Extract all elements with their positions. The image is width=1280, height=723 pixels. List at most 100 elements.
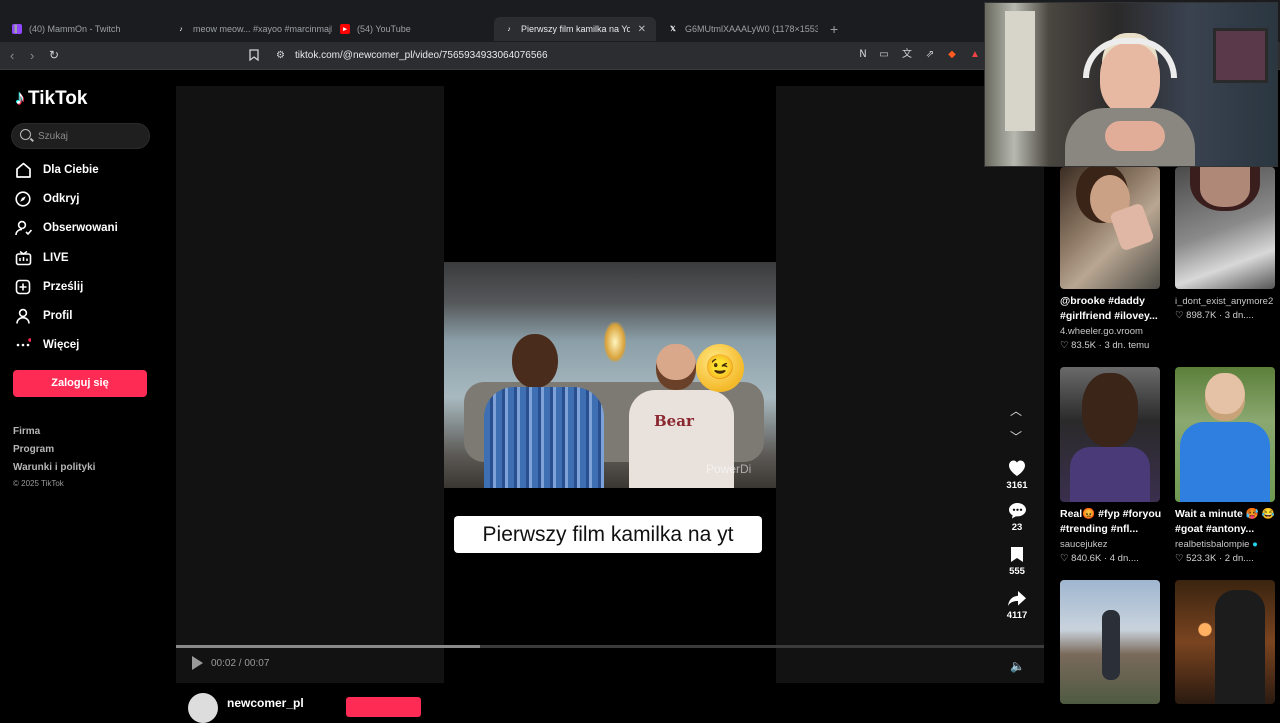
recommendation-author[interactable]: realbetisbalompie ● <box>1175 539 1258 550</box>
reload-icon[interactable]: ↻ <box>49 48 59 62</box>
video-player[interactable]: Bear 😉 PowerDi Pierwszy film kamilka na … <box>176 86 1044 683</box>
creator-avatar[interactable] <box>188 693 218 723</box>
tab-label: (40) MammOn - Twitch <box>29 24 121 34</box>
share-icon[interactable]: ⇗ <box>924 49 936 61</box>
forward-icon[interactable]: › <box>30 48 34 63</box>
bookmark-icon[interactable] <box>248 49 260 62</box>
creator-name[interactable]: newcomer_pl <box>227 696 304 710</box>
recommendation-author[interactable]: 4.wheeler.go.vroom <box>1060 326 1143 337</box>
nav-profile[interactable]: Profil <box>14 304 164 328</box>
tab-tiktok-meow[interactable]: ♪ meow meow... #xayoo #marcinmajk... <box>166 17 332 41</box>
volume-icon[interactable]: 🔈 <box>1010 659 1025 673</box>
recommendation-title[interactable]: Wait a minute 🥵 😂 #goat #antony... <box>1175 507 1277 537</box>
tab-label: (54) YouTube <box>357 24 411 34</box>
tab-twitch[interactable]: ▌ (40) MammOn - Twitch <box>2 17 168 41</box>
footer-links: Firma Program Warunki i polityki © 2025 … <box>13 423 95 488</box>
cast-icon[interactable]: ▭ <box>878 49 890 61</box>
site-info-icon[interactable]: ⚙ <box>276 46 285 66</box>
nav-label: Odkryj <box>43 193 80 205</box>
video-caption: Pierwszy film kamilka na yt <box>454 516 762 553</box>
back-icon[interactable]: ‹ <box>10 48 14 63</box>
home-icon <box>14 161 32 179</box>
recommendation-author[interactable]: saucejukez <box>1060 539 1108 550</box>
upload-icon <box>14 278 32 296</box>
compass-icon <box>14 190 32 208</box>
login-button[interactable]: Zaloguj się <box>13 370 147 397</box>
more-icon <box>14 336 32 354</box>
save-button[interactable]: 555 <box>1004 546 1030 577</box>
boy-right-head <box>656 344 696 390</box>
search-input[interactable] <box>38 128 143 145</box>
tab-youtube[interactable]: ▸ (54) YouTube <box>330 17 496 41</box>
profile-icon <box>14 307 32 325</box>
recommendation-title[interactable]: @brooke #daddy #girlfriend #ilovey... <box>1060 294 1162 324</box>
like-button[interactable]: 3161 <box>1004 459 1030 491</box>
nav-label: Więcej <box>43 339 80 351</box>
post-age: 2 dn.... <box>1224 553 1254 564</box>
rewards-icon[interactable]: ▲ <box>969 49 981 61</box>
new-tab-button[interactable]: + <box>820 17 850 41</box>
url-text: tiktok.com/@newcomer_pl/video/7565934933… <box>295 50 548 61</box>
progress-bar[interactable] <box>176 645 1044 648</box>
play-icon[interactable] <box>192 656 203 670</box>
follow-button[interactable] <box>346 697 421 717</box>
tiktok-icon: ♪ <box>179 25 183 33</box>
recommendation-thumbnail[interactable] <box>1175 367 1275 502</box>
tab-image[interactable]: 𝕏 G6MUtmlXAAALyW0 (1178×1553) <box>658 17 818 41</box>
nav-upload[interactable]: Prześlij <box>14 275 164 299</box>
footer-link-company[interactable]: Firma <box>13 423 95 441</box>
nav-explore[interactable]: Odkryj <box>14 187 164 211</box>
tiktok-logo[interactable]: ♪ TikTok <box>15 87 87 110</box>
webcam-overlay <box>984 2 1278 167</box>
close-tab-icon[interactable]: ✕ <box>638 24 646 35</box>
nav-label: Prześlij <box>43 281 84 293</box>
next-video-icon[interactable]: ﹀ <box>1010 428 1022 445</box>
thumbnail-face <box>1200 167 1250 207</box>
nav-label: LIVE <box>43 252 69 264</box>
recommendation-thumbnail[interactable] <box>1060 167 1160 289</box>
nav-live[interactable]: LIVE <box>14 246 164 270</box>
recommendation-stats: ♡ 523.3K · 2 dn.... <box>1175 553 1254 564</box>
footer-link-program[interactable]: Program <box>13 441 95 459</box>
heart-outline-icon: ♡ <box>1060 340 1069 351</box>
progress-fill <box>176 645 480 648</box>
recommendation-thumbnail[interactable] <box>1175 580 1275 704</box>
watermark: PowerDi <box>706 462 752 476</box>
nav-label: Obserwowani <box>43 222 118 234</box>
brave-shield-icon[interactable]: ◆ <box>946 49 958 61</box>
verified-icon: ● <box>1252 539 1258 550</box>
search-box[interactable] <box>11 123 150 149</box>
heart-outline-icon: ♡ <box>1060 553 1069 564</box>
tiktok-icon: ♪ <box>507 25 511 33</box>
recommendation-author[interactable]: i_dont_exist_anymore2 <box>1175 296 1273 307</box>
tab-active-tiktok[interactable]: ♪ Pierwszy film kamilka na YouTub... ✕ <box>494 17 656 41</box>
share-button[interactable]: 4117 <box>1004 590 1030 621</box>
copyright: © 2025 TikTok <box>13 479 64 488</box>
recommendation-stats: ♡ 83.5K · 3 dn. temu <box>1060 340 1150 351</box>
video-frame[interactable]: Bear 😉 PowerDi Pierwszy film kamilka na … <box>444 86 776 683</box>
nav-following[interactable]: Obserwowani <box>14 216 164 240</box>
recommendation-title[interactable]: Real😡 #fyp #foryou #trending #nfl... <box>1060 507 1162 537</box>
nav-for-you[interactable]: Dla Ciebie <box>14 158 164 182</box>
comment-button[interactable]: 23 <box>1004 502 1030 533</box>
recommendation-thumbnail[interactable] <box>1175 167 1275 289</box>
following-icon <box>14 219 32 237</box>
recommendation-thumbnail[interactable] <box>1060 367 1160 502</box>
translate-icon[interactable]: 文 <box>901 49 913 61</box>
headphones-icon <box>1083 38 1177 78</box>
heart-outline-icon: ♡ <box>1175 553 1184 564</box>
previous-video-icon[interactable]: ︿ <box>1010 402 1022 419</box>
recommendation-thumbnail[interactable] <box>1060 580 1160 704</box>
reader-off-icon[interactable]: 𝖭 <box>857 49 869 61</box>
nav-more[interactable]: Więcej <box>14 333 164 357</box>
comment-count: 23 <box>1011 522 1023 533</box>
like-count: 523.3K <box>1186 553 1217 564</box>
x-icon: 𝕏 <box>670 26 676 33</box>
playback-controls: 00:02 / 00:07 <box>192 656 269 670</box>
thumbnail-person <box>1215 590 1265 704</box>
footer-link-terms[interactable]: Warunki i polityki <box>13 459 95 477</box>
post-age: 3 dn.... <box>1224 310 1254 321</box>
nav-label: Profil <box>43 310 73 322</box>
search-icon <box>20 129 31 140</box>
post-age: 4 dn.... <box>1109 553 1139 564</box>
